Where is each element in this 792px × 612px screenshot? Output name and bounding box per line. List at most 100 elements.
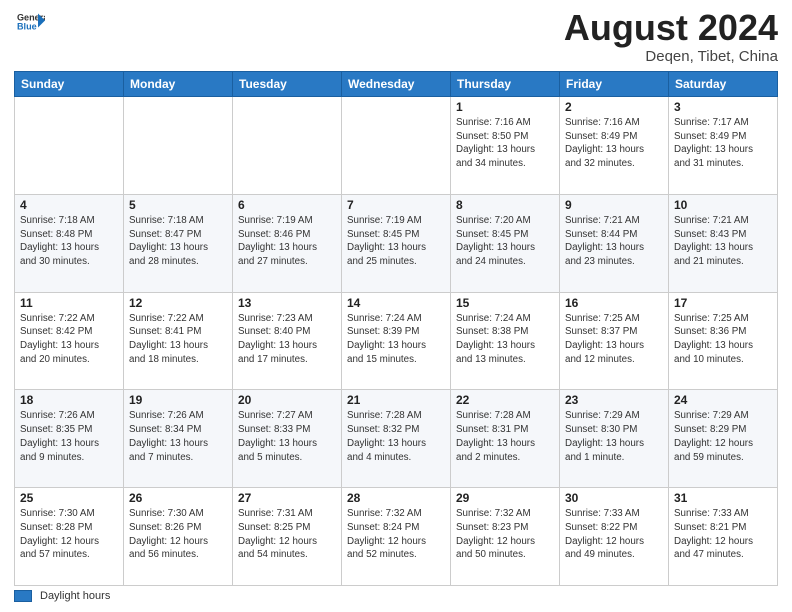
calendar-cell: 4 Sunrise: 7:18 AM Sunset: 8:48 PM Daylig… bbox=[15, 194, 124, 292]
calendar-cell: 24 Sunrise: 7:29 AM Sunset: 8:29 PM Dayli… bbox=[669, 390, 778, 488]
calendar-cell: 19 Sunrise: 7:26 AM Sunset: 8:34 PM Dayli… bbox=[124, 390, 233, 488]
calendar-cell: 10 Sunrise: 7:21 AM Sunset: 8:43 PM Dayli… bbox=[669, 194, 778, 292]
footer: Daylight hours bbox=[14, 590, 778, 602]
calendar-cell: 21 Sunrise: 7:28 AM Sunset: 8:32 PM Dayli… bbox=[342, 390, 451, 488]
calendar-cell: 13Sunrise: 7:23 AM Sunset: 8:40 PM Dayli… bbox=[233, 292, 342, 390]
day-info: Sunrise: 7:19 AM Sunset: 8:45 PM Dayligh… bbox=[347, 214, 445, 269]
calendar-week-row: 1 Sunrise: 7:16 AM Sunset: 8:50 PM Daylig… bbox=[15, 97, 778, 195]
logo: General Blue bbox=[14, 10, 45, 38]
month-title: August 2024 bbox=[564, 10, 778, 46]
day-info: Sunrise: 7:16 AM Sunset: 8:49 PM Dayligh… bbox=[565, 116, 663, 171]
calendar-week-row: 11Sunrise: 7:22 AM Sunset: 8:42 PM Dayli… bbox=[15, 292, 778, 390]
day-number: 6 bbox=[238, 198, 336, 212]
day-info: Sunrise: 7:26 AM Sunset: 8:35 PM Dayligh… bbox=[20, 409, 118, 464]
day-number: 30 bbox=[565, 491, 663, 505]
day-info: Sunrise: 7:32 AM Sunset: 8:23 PM Dayligh… bbox=[456, 507, 554, 562]
day-number: 11 bbox=[20, 296, 118, 310]
day-info: Sunrise: 7:22 AM Sunset: 8:41 PM Dayligh… bbox=[129, 312, 227, 367]
calendar-day-header: Wednesday bbox=[342, 72, 451, 97]
day-number: 4 bbox=[20, 198, 118, 212]
day-info: Sunrise: 7:25 AM Sunset: 8:36 PM Dayligh… bbox=[674, 312, 772, 367]
calendar-cell: 16 Sunrise: 7:25 AM Sunset: 8:37 PM Dayli… bbox=[560, 292, 669, 390]
day-info: Sunrise: 7:20 AM Sunset: 8:45 PM Dayligh… bbox=[456, 214, 554, 269]
calendar-cell: 23 Sunrise: 7:29 AM Sunset: 8:30 PM Dayli… bbox=[560, 390, 669, 488]
calendar-day-header: Thursday bbox=[451, 72, 560, 97]
calendar-week-row: 25 Sunrise: 7:30 AM Sunset: 8:28 PM Dayli… bbox=[15, 488, 778, 586]
location: Deqen, Tibet, China bbox=[564, 48, 778, 65]
calendar-cell: 29 Sunrise: 7:32 AM Sunset: 8:23 PM Dayli… bbox=[451, 488, 560, 586]
calendar-cell: 28 Sunrise: 7:32 AM Sunset: 8:24 PM Dayli… bbox=[342, 488, 451, 586]
calendar-cell: 26 Sunrise: 7:30 AM Sunset: 8:26 PM Dayli… bbox=[124, 488, 233, 586]
day-number: 20 bbox=[238, 393, 336, 407]
day-number: 16 bbox=[565, 296, 663, 310]
calendar-cell: 20 Sunrise: 7:27 AM Sunset: 8:33 PM Dayli… bbox=[233, 390, 342, 488]
day-number: 15 bbox=[456, 296, 554, 310]
day-number: 5 bbox=[129, 198, 227, 212]
calendar-day-header: Monday bbox=[124, 72, 233, 97]
calendar-cell: 14 Sunrise: 7:24 AM Sunset: 8:39 PM Dayli… bbox=[342, 292, 451, 390]
calendar-day-header: Tuesday bbox=[233, 72, 342, 97]
calendar-cell: 2Sunrise: 7:16 AM Sunset: 8:49 PM Daylig… bbox=[560, 97, 669, 195]
legend-color-box bbox=[14, 590, 32, 602]
day-number: 31 bbox=[674, 491, 772, 505]
calendar-week-row: 18 Sunrise: 7:26 AM Sunset: 8:35 PM Dayli… bbox=[15, 390, 778, 488]
calendar-cell: 15 Sunrise: 7:24 AM Sunset: 8:38 PM Dayli… bbox=[451, 292, 560, 390]
day-info: Sunrise: 7:28 AM Sunset: 8:32 PM Dayligh… bbox=[347, 409, 445, 464]
calendar-cell: 18 Sunrise: 7:26 AM Sunset: 8:35 PM Dayli… bbox=[15, 390, 124, 488]
day-number: 7 bbox=[347, 198, 445, 212]
day-info: Sunrise: 7:27 AM Sunset: 8:33 PM Dayligh… bbox=[238, 409, 336, 464]
day-number: 25 bbox=[20, 491, 118, 505]
calendar-header-row: SundayMondayTuesdayWednesdayThursdayFrid… bbox=[15, 72, 778, 97]
day-info: Sunrise: 7:29 AM Sunset: 8:29 PM Dayligh… bbox=[674, 409, 772, 464]
day-number: 29 bbox=[456, 491, 554, 505]
svg-text:Blue: Blue bbox=[17, 22, 37, 32]
calendar-cell bbox=[15, 97, 124, 195]
day-info: Sunrise: 7:24 AM Sunset: 8:39 PM Dayligh… bbox=[347, 312, 445, 367]
day-number: 18 bbox=[20, 393, 118, 407]
day-number: 23 bbox=[565, 393, 663, 407]
day-number: 10 bbox=[674, 198, 772, 212]
day-number: 28 bbox=[347, 491, 445, 505]
day-info: Sunrise: 7:25 AM Sunset: 8:37 PM Dayligh… bbox=[565, 312, 663, 367]
day-info: Sunrise: 7:16 AM Sunset: 8:50 PM Dayligh… bbox=[456, 116, 554, 171]
day-info: Sunrise: 7:18 AM Sunset: 8:47 PM Dayligh… bbox=[129, 214, 227, 269]
day-info: Sunrise: 7:33 AM Sunset: 8:21 PM Dayligh… bbox=[674, 507, 772, 562]
calendar-cell bbox=[342, 97, 451, 195]
day-number: 17 bbox=[674, 296, 772, 310]
day-number: 27 bbox=[238, 491, 336, 505]
day-number: 21 bbox=[347, 393, 445, 407]
header: General Blue August 2024 Deqen, Tibet, C… bbox=[14, 10, 778, 65]
legend-label: Daylight hours bbox=[40, 590, 110, 602]
calendar-cell: 17 Sunrise: 7:25 AM Sunset: 8:36 PM Dayli… bbox=[669, 292, 778, 390]
day-info: Sunrise: 7:30 AM Sunset: 8:28 PM Dayligh… bbox=[20, 507, 118, 562]
day-info: Sunrise: 7:32 AM Sunset: 8:24 PM Dayligh… bbox=[347, 507, 445, 562]
day-number: 1 bbox=[456, 100, 554, 114]
day-info: Sunrise: 7:29 AM Sunset: 8:30 PM Dayligh… bbox=[565, 409, 663, 464]
day-info: Sunrise: 7:33 AM Sunset: 8:22 PM Dayligh… bbox=[565, 507, 663, 562]
day-number: 26 bbox=[129, 491, 227, 505]
day-number: 24 bbox=[674, 393, 772, 407]
calendar-cell: 5 Sunrise: 7:18 AM Sunset: 8:47 PM Daylig… bbox=[124, 194, 233, 292]
calendar-cell bbox=[233, 97, 342, 195]
calendar-cell: 8 Sunrise: 7:20 AM Sunset: 8:45 PM Daylig… bbox=[451, 194, 560, 292]
logo-icon: General Blue bbox=[17, 10, 45, 38]
day-info: Sunrise: 7:31 AM Sunset: 8:25 PM Dayligh… bbox=[238, 507, 336, 562]
day-info: Sunrise: 7:26 AM Sunset: 8:34 PM Dayligh… bbox=[129, 409, 227, 464]
day-number: 14 bbox=[347, 296, 445, 310]
day-number: 19 bbox=[129, 393, 227, 407]
day-number: 22 bbox=[456, 393, 554, 407]
day-info: Sunrise: 7:24 AM Sunset: 8:38 PM Dayligh… bbox=[456, 312, 554, 367]
day-info: Sunrise: 7:21 AM Sunset: 8:44 PM Dayligh… bbox=[565, 214, 663, 269]
calendar-table: SundayMondayTuesdayWednesdayThursdayFrid… bbox=[14, 71, 778, 586]
day-number: 8 bbox=[456, 198, 554, 212]
calendar-cell: 31 Sunrise: 7:33 AM Sunset: 8:21 PM Dayli… bbox=[669, 488, 778, 586]
day-info: Sunrise: 7:28 AM Sunset: 8:31 PM Dayligh… bbox=[456, 409, 554, 464]
calendar-cell: 30 Sunrise: 7:33 AM Sunset: 8:22 PM Dayli… bbox=[560, 488, 669, 586]
day-info: Sunrise: 7:21 AM Sunset: 8:43 PM Dayligh… bbox=[674, 214, 772, 269]
calendar-cell: 12 Sunrise: 7:22 AM Sunset: 8:41 PM Dayli… bbox=[124, 292, 233, 390]
day-info: Sunrise: 7:18 AM Sunset: 8:48 PM Dayligh… bbox=[20, 214, 118, 269]
page: General Blue August 2024 Deqen, Tibet, C… bbox=[0, 0, 792, 612]
day-info: Sunrise: 7:30 AM Sunset: 8:26 PM Dayligh… bbox=[129, 507, 227, 562]
calendar-day-header: Saturday bbox=[669, 72, 778, 97]
day-number: 12 bbox=[129, 296, 227, 310]
